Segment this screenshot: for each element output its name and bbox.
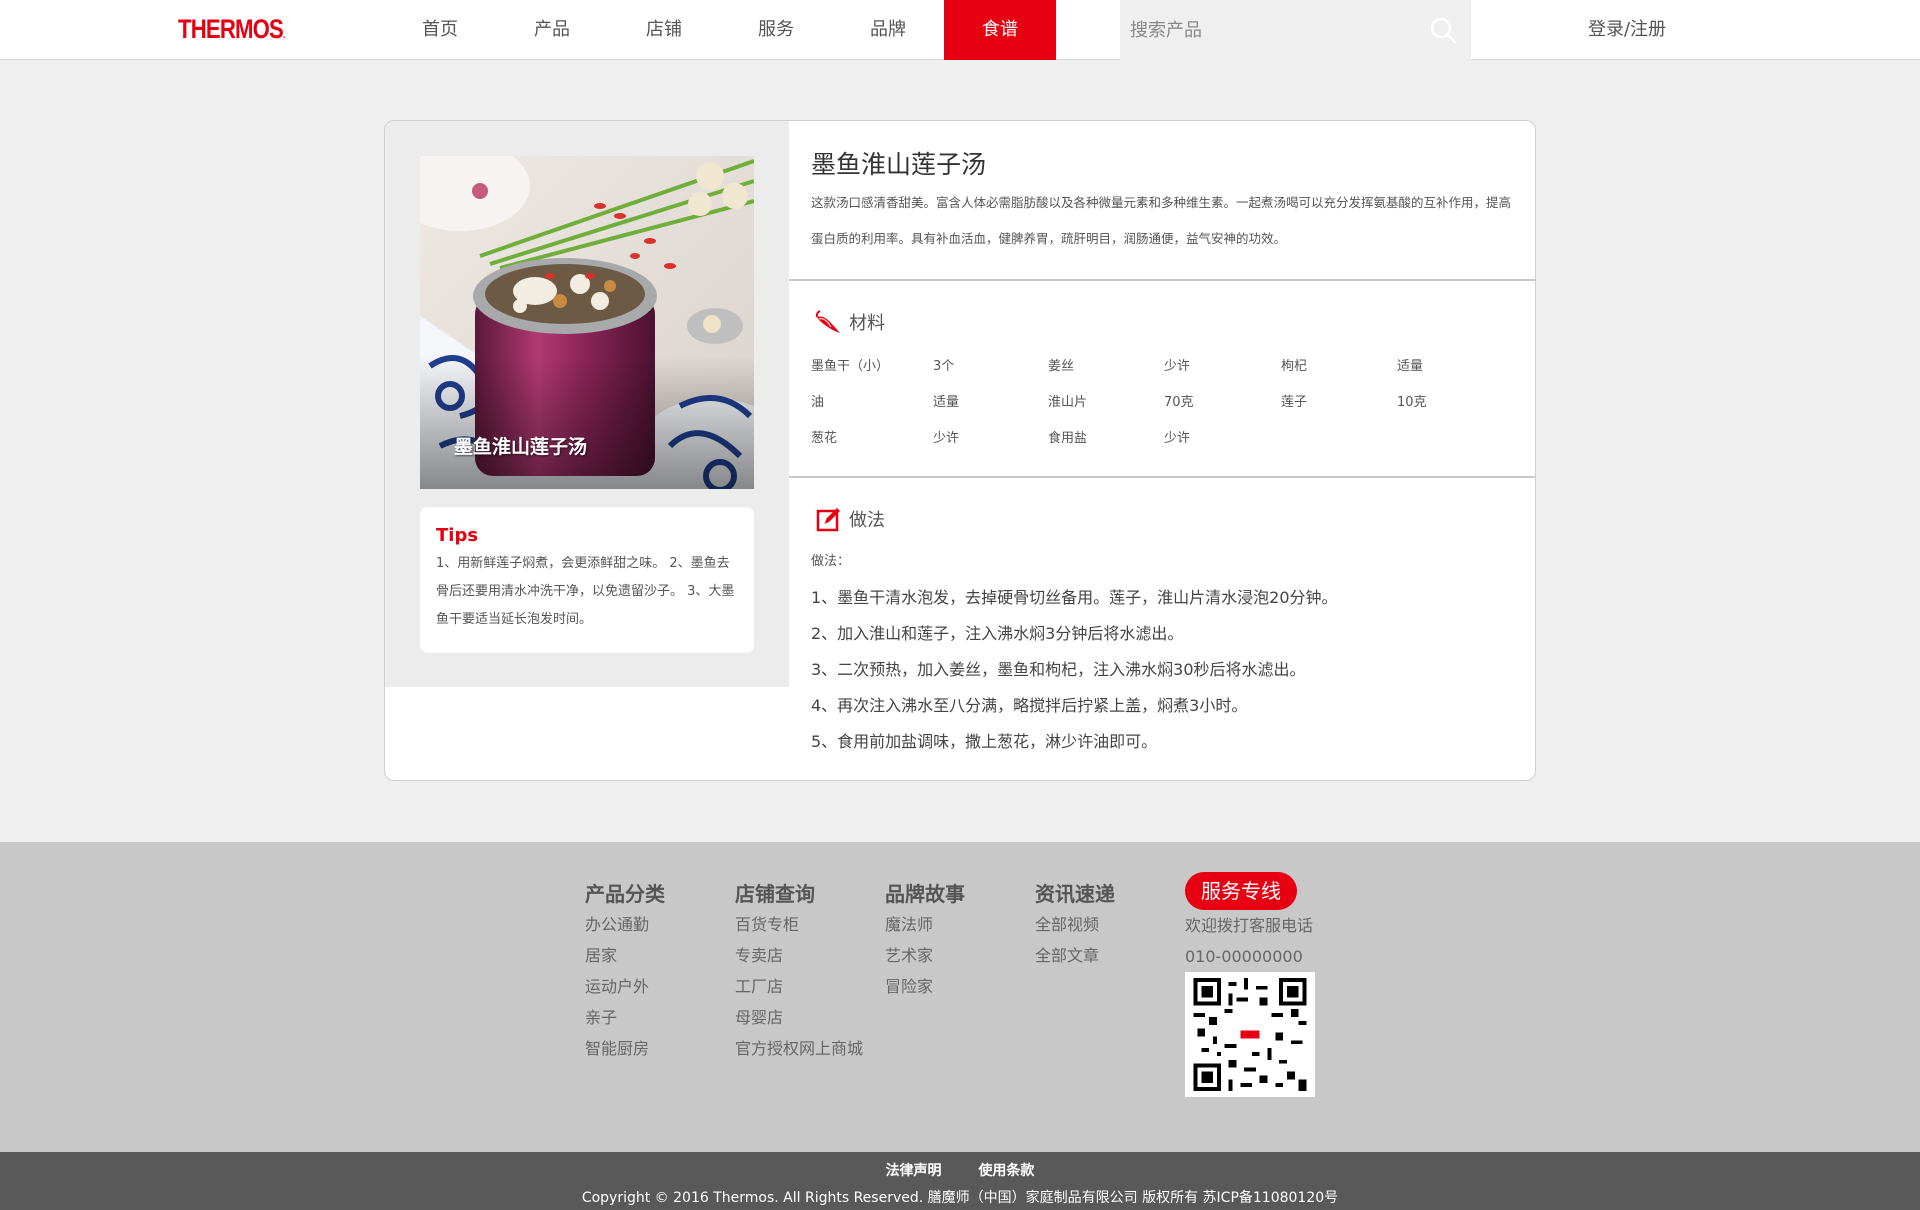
ingredients-heading-text: 材料: [849, 313, 885, 334]
footer-link[interactable]: 母婴店: [735, 1002, 863, 1033]
ingredients-heading: 材料: [813, 307, 885, 337]
footer-service-column: 服务专线 欢迎拨打客服电话 010-00000000: [1185, 872, 1314, 972]
ingredient-amount: 70克: [1164, 395, 1194, 410]
footer-column-title: 品牌故事: [885, 882, 965, 906]
nav-item-recipes[interactable]: 食谱: [944, 0, 1056, 60]
ingredient-amount: 少许: [1164, 359, 1191, 374]
footer-link[interactable]: 百货专柜: [735, 909, 863, 940]
legal-links: 法律声明 使用条款: [0, 1160, 1920, 1180]
tips-title: Tips: [436, 525, 479, 546]
method-heading: 做法: [813, 504, 885, 534]
tips-text: 1、用新鲜莲子焖煮，会更添鲜甜之味。 2、墨鱼去骨后还要用清水冲洗干净，以免遗留…: [436, 556, 735, 627]
footer-link[interactable]: 全部视频: [1035, 909, 1115, 940]
ingredient-amount: 少许: [933, 431, 960, 446]
recipe-card: 墨鱼淮山莲子汤 Tips 1、用新鲜莲子焖煮，会更添鲜甜之味。 2、墨鱼去骨后还…: [384, 120, 1536, 781]
nav-item-stores[interactable]: 店铺: [608, 0, 720, 60]
top-navigation-bar: THERMOS. 首页 产品 店铺 服务 品牌 食谱 登录/注册: [0, 0, 1920, 60]
login-register-link[interactable]: 登录/注册: [1560, 0, 1694, 60]
service-phone: 010-00000000: [1185, 947, 1303, 966]
ingredient-name: 食用盐: [1048, 431, 1088, 446]
step-item: 4、再次注入沸水至八分满，略搅拌后拧紧上盖，焖煮3小时。: [811, 696, 1248, 715]
recipe-photo: 墨鱼淮山莲子汤: [420, 156, 754, 489]
terms-of-use-link[interactable]: 使用条款: [978, 1163, 1034, 1179]
ingredient-amount: 适量: [933, 395, 960, 410]
footer-column-title: 资讯速递: [1035, 882, 1115, 906]
recipe-intro-section: 墨鱼淮山莲子汤 这款汤口感清香甜美。富含人体必需脂肪酸以及各种微量元素和多种维生…: [789, 121, 1535, 281]
ingredient-amount: 10克: [1397, 395, 1427, 410]
footer-column-stores: 店铺查询 百货专柜 专卖店 工厂店 母婴店 官方授权网上商城: [735, 878, 863, 1064]
footer-link[interactable]: 亲子: [585, 1002, 665, 1033]
footer-link[interactable]: 官方授权网上商城: [735, 1033, 863, 1064]
footer-column-products: 产品分类 办公通勤 居家 运动户外 亲子 智能厨房: [585, 878, 665, 1064]
legal-statement-link[interactable]: 法律声明: [886, 1163, 942, 1179]
step-item: 3、二次预热，加入姜丝，墨鱼和枸杞，注入沸水焖30秒后将水滤出。: [811, 660, 1306, 679]
method-label: 做法：: [811, 554, 851, 569]
ingredient-amount: 少许: [1164, 431, 1191, 446]
step-item: 2、加入淮山和莲子，注入沸水焖3分钟后将水滤出。: [811, 624, 1184, 643]
footer-column-title: 店铺查询: [735, 882, 815, 906]
ingredient-name: 莲子: [1281, 395, 1308, 410]
bottom-bar: 法律声明 使用条款 Copyright © 2016 Thermos. All …: [0, 1152, 1920, 1210]
ingredient-name: 淮山片: [1048, 395, 1088, 410]
tips-box: Tips 1、用新鲜莲子焖煮，会更添鲜甜之味。 2、墨鱼去骨后还要用清水冲洗干净…: [420, 507, 754, 653]
ingredients-grid: 墨鱼干（小） 3个 姜丝 少许 枸杞 适量 油 适量 淮山片 70克 莲子 10…: [811, 349, 1497, 457]
steps-list: 1、墨鱼干清水泡发，去掉硬骨切丝备用。莲子，淮山片清水浸泡20分钟。 2、加入淮…: [811, 580, 1338, 760]
nav-item-service[interactable]: 服务: [720, 0, 832, 60]
footer-link[interactable]: 专卖店: [735, 940, 863, 971]
footer-link[interactable]: 全部文章: [1035, 940, 1115, 971]
edit-pencil-icon: [816, 508, 840, 532]
ingredient-name: 姜丝: [1048, 359, 1075, 374]
footer-link[interactable]: 艺术家: [885, 940, 965, 971]
step-item: 5、食用前加盐调味，撒上葱花，淋少许油即可。: [811, 732, 1158, 751]
footer-link[interactable]: 办公通勤: [585, 909, 665, 940]
footer-column-title: 产品分类: [585, 882, 665, 906]
nav-item-home[interactable]: 首页: [384, 0, 496, 60]
footer-link[interactable]: 居家: [585, 940, 665, 971]
qr-code-icon: [1193, 978, 1307, 1091]
nav-item-products[interactable]: 产品: [496, 0, 608, 60]
service-hotline-button[interactable]: 服务专线: [1185, 872, 1297, 910]
footer-link[interactable]: 智能厨房: [585, 1033, 665, 1064]
search-input[interactable]: [1130, 14, 1410, 46]
method-section: 做法 做法： 1、墨鱼干清水泡发，去掉硬骨切丝备用。莲子，淮山片清水浸泡20分钟…: [789, 478, 1535, 778]
ingredient-name: 枸杞: [1281, 359, 1308, 374]
copyright-text: Copyright © 2016 Thermos. All Rights Res…: [581, 1190, 1339, 1206]
step-item: 1、墨鱼干清水泡发，去掉硬骨切丝备用。莲子，淮山片清水浸泡20分钟。: [811, 588, 1338, 607]
site-footer: 产品分类 办公通勤 居家 运动户外 亲子 智能厨房 店铺查询 百货专柜 专卖店 …: [0, 842, 1920, 1152]
ingredient-amount: 适量: [1397, 359, 1424, 374]
ingredients-section: 材料 墨鱼干（小） 3个 姜丝 少许 枸杞 适量 油 适量 淮山片 70克 莲子…: [789, 281, 1535, 478]
ingredient-name: 油: [811, 395, 825, 410]
footer-link[interactable]: 运动户外: [585, 971, 665, 1002]
recipe-description: 这款汤口感清香甜美。富含人体必需脂肪酸以及各种微量元素和多种维生素。一起煮汤喝可…: [811, 195, 1512, 246]
ingredient-name: 葱花: [811, 431, 838, 446]
recipe-title: 墨鱼淮山莲子汤: [811, 150, 987, 179]
footer-link[interactable]: 魔法师: [885, 909, 965, 940]
ingredient-amount: 3个: [933, 359, 955, 374]
ingredient-name: 墨鱼干（小）: [811, 359, 890, 374]
nav-item-brand[interactable]: 品牌: [832, 0, 944, 60]
search-bar: [1120, 0, 1471, 60]
footer-link[interactable]: 工厂店: [735, 971, 863, 1002]
method-heading-text: 做法: [849, 510, 885, 531]
service-text: 欢迎拨打客服电话: [1185, 916, 1314, 935]
footer-link[interactable]: 冒险家: [885, 971, 965, 1002]
photo-caption: 墨鱼淮山莲子汤: [454, 436, 588, 458]
qr-code: [1185, 972, 1315, 1097]
search-icon[interactable]: [1428, 15, 1458, 45]
footer-column-brand: 品牌故事 魔法师 艺术家 冒险家: [885, 878, 965, 1002]
thermos-logo[interactable]: THERMOS.: [178, 14, 285, 45]
main-nav: 首页 产品 店铺 服务 品牌 食谱: [384, 0, 1056, 60]
footer-column-news: 资讯速递 全部视频 全部文章: [1035, 878, 1115, 971]
chili-pepper-icon: [815, 310, 840, 333]
recipe-sidebar: 墨鱼淮山莲子汤 Tips 1、用新鲜莲子焖煮，会更添鲜甜之味。 2、墨鱼去骨后还…: [385, 121, 789, 687]
